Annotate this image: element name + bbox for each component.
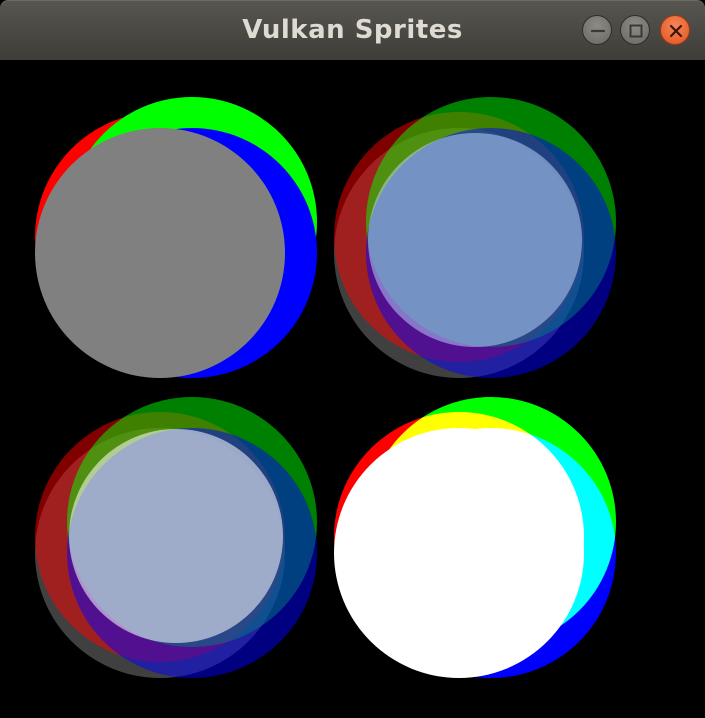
sprite-canvas	[35, 97, 630, 690]
sprite-group-alpha-light	[35, 397, 317, 678]
sprite-group-additive	[330, 390, 630, 690]
sprite-white	[334, 428, 584, 678]
sprite-group-alpha-gray	[334, 97, 616, 378]
maximize-icon	[629, 24, 643, 38]
sprite-group-opaque	[35, 97, 317, 378]
close-icon	[669, 24, 683, 38]
title-bar[interactable]: Vulkan Sprites	[0, 0, 705, 60]
close-button[interactable]	[660, 15, 690, 45]
maximize-button[interactable]	[620, 15, 650, 45]
minimize-icon	[590, 29, 606, 33]
sprite-gray	[35, 128, 285, 378]
render-surface	[0, 60, 705, 718]
minimize-button[interactable]	[582, 15, 612, 45]
sprite-light	[69, 429, 283, 643]
sprite-light	[368, 133, 582, 347]
app-window: Vulkan Sprites	[0, 0, 705, 718]
